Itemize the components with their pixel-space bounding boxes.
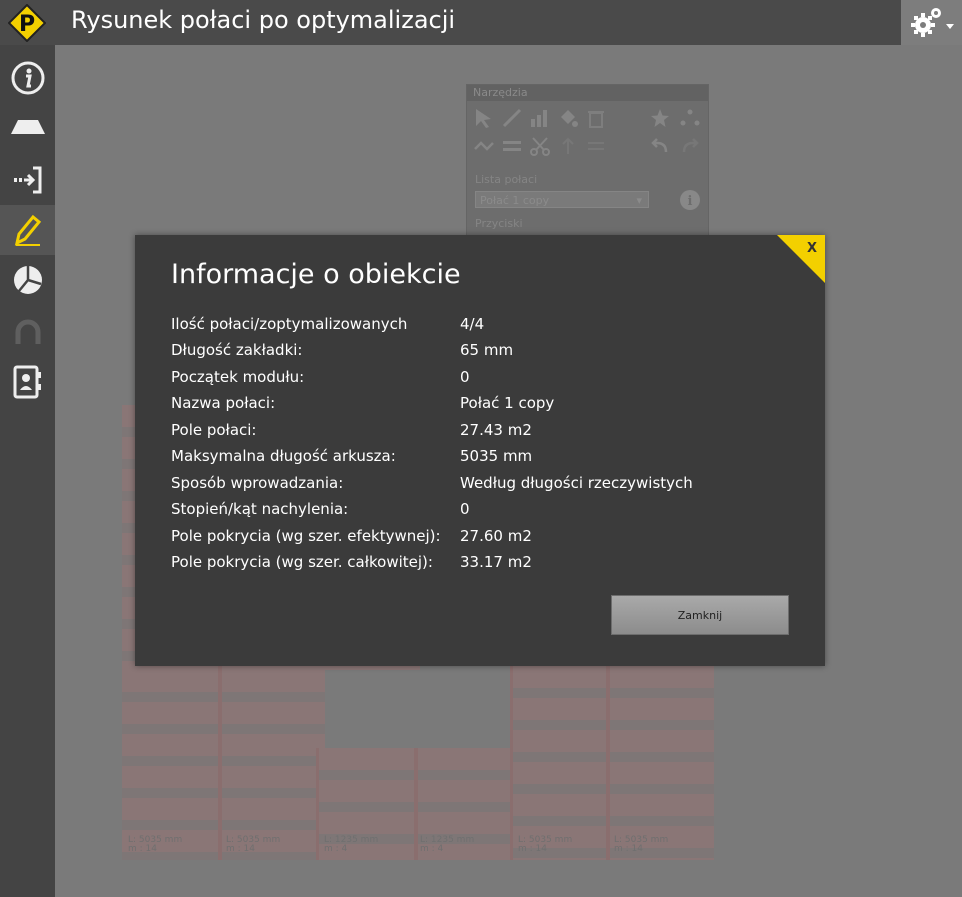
svg-text:P: P (19, 12, 35, 37)
roof-region-left (122, 670, 325, 860)
object-info-dialog: Informacje o obiekcie X Ilość połaci/zop… (135, 235, 825, 666)
tools-panel: Narzędzia Lista połaci Połać 1 copy ▾ i … (466, 84, 709, 236)
info-row: Nazwa połaci: Połać 1 copy (171, 394, 555, 412)
sidebar-item-magnet[interactable] (0, 307, 55, 357)
bar-chart-icon[interactable] (529, 107, 551, 129)
paint-bucket-icon[interactable] (557, 107, 579, 129)
pencil-icon (14, 214, 41, 246)
sidebar-item-info[interactable] (0, 53, 55, 103)
nodes-icon[interactable] (679, 107, 701, 129)
line-icon[interactable] (501, 107, 523, 129)
sheet-divider (606, 666, 610, 860)
sheet-divider (316, 748, 319, 860)
svg-text:i: i (688, 194, 693, 209)
info-row: Długość zakładki: 65 mm (171, 341, 514, 359)
list-label: Lista połaci (475, 173, 538, 186)
roof-select[interactable]: Połać 1 copy ▾ (475, 191, 649, 208)
sheet-label: L: 5035 mm m : 14 (614, 835, 669, 854)
page-title: Rysunek połaci po optymalizacji (71, 6, 456, 34)
import-icon (13, 166, 41, 194)
sheet-label: L: 5035 mm m : 14 (518, 835, 573, 854)
tools-panel-title: Narzędzia (467, 85, 708, 101)
info-row: Pole pokrycia (wg szer. całkowitej): 33.1… (171, 553, 532, 571)
info-row: Pole połaci: 27.43 m2 (171, 421, 532, 439)
scissors-icon[interactable] (529, 135, 551, 157)
equal-icon[interactable] (501, 135, 523, 157)
info-icon (11, 61, 44, 95)
star-icon[interactable] (649, 107, 671, 129)
title-bar: P Rysunek połaci po optymalizacji (0, 0, 962, 45)
info-row: Maksymalna długość arkusza: 5035 mm (171, 447, 533, 465)
info-icon[interactable]: i (679, 189, 701, 211)
roof-select-value: Połać 1 copy (480, 194, 550, 207)
pointer-icon[interactable] (473, 107, 495, 129)
sheet-divider (510, 666, 513, 860)
redo-icon[interactable] (679, 135, 701, 157)
sheet-label: L: 5035 mm m : 14 (128, 835, 183, 854)
sidebar-item-import[interactable] (0, 155, 55, 205)
close-button[interactable]: X (777, 235, 825, 283)
undo-icon[interactable] (649, 135, 671, 157)
contact-card-icon (13, 365, 41, 399)
sheet-divider (218, 666, 222, 860)
pie-chart-icon (13, 266, 42, 294)
sidebar (0, 45, 62, 897)
dialog-title: Informacje o obiekcie (171, 259, 461, 290)
settings-button[interactable] (901, 0, 962, 45)
sheet-label: L: 5035 mm m : 14 (226, 835, 281, 854)
close-icon: X (806, 241, 817, 256)
buttons-label: Przyciski (475, 217, 523, 230)
roof-region-right (510, 666, 714, 860)
sheet-divider (414, 748, 418, 860)
arrow-up-icon[interactable] (557, 135, 579, 157)
app-logo: P (8, 4, 46, 42)
sidebar-item-contacts[interactable] (0, 357, 55, 407)
close-corner (777, 235, 825, 283)
trash-icon[interactable] (585, 107, 607, 129)
sheet-label: L: 1235 mm m : 4 (420, 835, 475, 854)
sidebar-item-edit[interactable] (0, 205, 55, 255)
info-row: Ilość połaci/zoptymalizowanych 4/4 (171, 315, 485, 333)
info-row: Stopień/kąt nachylenia: 0 (171, 500, 470, 518)
magnet-icon (15, 319, 40, 344)
sidebar-item-roof[interactable] (0, 103, 55, 153)
roof-icon (10, 120, 45, 134)
info-row: Pole pokrycia (wg szer. efektywnej): 27.6… (171, 527, 532, 545)
gear-icon (911, 8, 954, 37)
info-row: Sposób wprowadzania: Według długości rzec… (171, 474, 693, 492)
chevron-down-icon (946, 24, 954, 29)
close-dialog-button[interactable]: Zamknij (611, 595, 789, 635)
sidebar-item-report[interactable] (0, 255, 55, 305)
sheet-label: L: 1235 mm m : 4 (324, 835, 379, 854)
info-row: Początek modułu: 0 (171, 368, 470, 386)
align-icon[interactable] (585, 135, 607, 157)
chevron-down-icon: ▾ (636, 194, 642, 207)
split-line-icon[interactable] (473, 135, 495, 157)
